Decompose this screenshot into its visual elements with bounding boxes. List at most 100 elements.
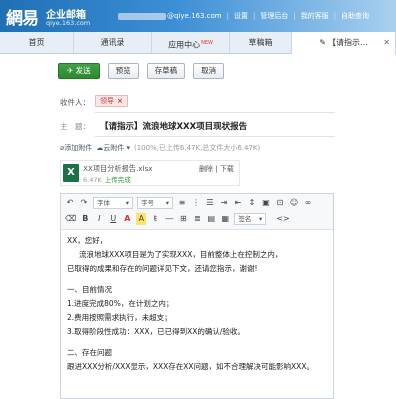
body-greeting: XX，您好， — [67, 236, 108, 245]
font-color-icon[interactable]: A — [122, 213, 132, 225]
align-icon[interactable]: ☰ — [205, 197, 215, 209]
italic-icon[interactable]: I — [94, 213, 104, 225]
cloud-attachment-label: 云附件 — [103, 144, 125, 152]
link-icon[interactable]: ∞ — [303, 197, 313, 209]
body-list-item: 3.取得阶段性成功：XXX，已已得到XX的确认/验收。 — [67, 327, 245, 336]
attachment-filename[interactable]: XX项目分析报告.xlsx — [83, 164, 153, 174]
body-paragraph: 已取得的成果和存在的问题详见下文，还请您指示，谢谢! — [67, 264, 258, 273]
tab-compose-active[interactable]: ✎ 【请指示... ✕ — [292, 32, 396, 55]
attachment-actions: 删除 | 下载 — [199, 164, 234, 174]
field-divider — [95, 136, 335, 137]
signature-select[interactable]: 签名 ▾ — [234, 213, 267, 225]
calendar-icon[interactable]: ▦ — [220, 213, 230, 225]
screenshot-icon[interactable]: ⊡ — [275, 197, 285, 209]
cancel-button[interactable]: 取消 — [193, 63, 225, 79]
subject-input[interactable]: 【请指示】流浪地球XXX项目现状报告 — [100, 120, 247, 132]
tab-drafts[interactable]: 草稿箱 — [230, 32, 292, 54]
tab-home[interactable]: 首页 — [0, 32, 74, 54]
redo-icon[interactable]: ↷ — [79, 197, 89, 209]
editor-toolbar-row-1: ↶ ↷ 字体 ▾ 字号 ▾ ≡ ⋮ ☰ ⇥ ⇤ ↕ ▣ ⊡ ☺ ∞ — [65, 196, 313, 210]
delete-attachment-link[interactable]: 删除 — [199, 165, 213, 173]
attachment-bar: ⌀添加附件 ☁云附件 ▾ (100%,已上传6.47K,总文件大小6.47K) — [60, 143, 260, 153]
subject-label: 主 题： — [60, 122, 90, 131]
signature-value: 签名 — [238, 215, 252, 223]
recipient-tag[interactable]: 领导 × — [95, 95, 128, 107]
tab-label: 【请指示... — [328, 38, 368, 47]
image-icon[interactable]: ▣ — [261, 197, 271, 209]
body-list-item: 2.费用按照需求执行，未超支； — [67, 313, 172, 322]
new-badge: NEW — [201, 40, 213, 46]
self-service-link[interactable]: 自助查询 — [341, 11, 369, 21]
clear-format-icon[interactable]: ⌫ — [65, 213, 76, 225]
outdent-icon[interactable]: ⇤ — [233, 197, 243, 209]
tab-label: 通讯录 — [100, 38, 125, 47]
font-size-select[interactable]: 字号 ▾ — [137, 197, 173, 209]
admin-link[interactable]: 管理后台 — [260, 11, 288, 21]
top-nav: @qiye.163.com | 设置 | 管理后台 | 我的客服 | 自助查询 — [118, 9, 369, 23]
close-tab-icon[interactable]: ✕ — [383, 32, 390, 54]
editor-toolbar-row-2: ⌫ B I U A A ŧ ― ⊞ ≣ ▤ ▦ 签名 ▾ <> — [65, 212, 290, 226]
tab-label: 首页 — [28, 38, 45, 47]
line-height-icon[interactable]: ↕ — [247, 197, 257, 209]
strikethrough-icon[interactable]: ŧ — [150, 213, 160, 225]
chevron-down-icon: ▾ — [125, 199, 129, 207]
upload-status: 上传完成 — [104, 176, 131, 184]
nav-separator: | — [333, 12, 337, 20]
attachment-meta: 6.47K 上传完成 — [83, 174, 131, 184]
section-heading: 一、目前情况 — [67, 285, 112, 294]
font-family-select[interactable]: 字体 ▾ — [93, 197, 133, 209]
body-list-item: 1.进度完成80%，在计划之内； — [67, 299, 174, 308]
add-attachment-label: 添加附件 — [64, 144, 93, 152]
send-label: 发送 — [75, 66, 91, 75]
template-icon[interactable]: ▤ — [206, 213, 216, 225]
indent-icon[interactable]: ⇥ — [219, 197, 229, 209]
tab-label: 草稿箱 — [248, 38, 273, 47]
save-draft-button[interactable]: 存草稿 — [146, 63, 186, 79]
section-heading: 二、存在问题 — [67, 348, 112, 357]
add-attachment-link[interactable]: ⌀添加附件 — [60, 143, 92, 153]
horizontal-line-icon[interactable]: ― — [164, 213, 174, 225]
editor-content[interactable]: XX，您好， 流浪地球XXX项目是为了实现XXX，目前整体上在控制之内， 已取得… — [67, 234, 329, 374]
product-domain: qiye.163.com — [46, 19, 91, 27]
support-link[interactable]: 我的客服 — [301, 11, 329, 21]
underline-icon[interactable]: U — [108, 213, 118, 225]
tab-app-center[interactable]: 应用中心NEW — [152, 32, 230, 54]
download-attachment-link[interactable]: 下载 — [220, 165, 234, 173]
netease-logo-mark: 網易 — [6, 9, 39, 29]
bold-icon[interactable]: B — [80, 213, 90, 225]
recipient-name: 领导 — [100, 97, 114, 105]
table-icon[interactable]: ⊞ — [178, 213, 188, 225]
to-label: 收件人： — [60, 98, 90, 107]
nav-separator: | — [252, 12, 256, 20]
ordered-list-icon[interactable]: ⋮ — [191, 197, 201, 209]
compose-toolbar: ✈ 发送 预览 存草稿 取消 — [58, 63, 225, 79]
preview-button[interactable]: 预览 — [107, 63, 139, 79]
align-justify-icon[interactable]: ≣ — [192, 213, 202, 225]
chevron-down-icon: ▾ — [165, 199, 169, 207]
nav-separator: | — [293, 12, 296, 20]
user-account[interactable]: @qiye.163.com — [118, 12, 222, 20]
tab-bar: 首页 通讯录 应用中心NEW 草稿箱 ✎ 【请指示... ✕ — [0, 32, 396, 55]
edit-icon: ✎ — [319, 38, 327, 47]
editor-toolbar: ↶ ↷ 字体 ▾ 字号 ▾ ≡ ⋮ ☰ ⇥ ⇤ ↕ ▣ ⊡ ☺ ∞ ⌫ B I U … — [61, 194, 333, 230]
settings-link[interactable]: 设置 — [234, 11, 248, 21]
user-email-domain: @qiye.163.com — [167, 12, 222, 20]
cloud-attachment-link[interactable]: ☁云附件 ▾ — [96, 143, 130, 153]
highlight-color-icon[interactable]: A — [136, 213, 147, 225]
emoji-icon[interactable]: ☺ — [289, 197, 299, 209]
remove-recipient-icon[interactable]: × — [117, 97, 123, 105]
field-divider — [95, 112, 335, 113]
send-button[interactable]: ✈ 发送 — [58, 63, 100, 79]
logo[interactable]: 網易 企业邮箱 qiye.163.com — [6, 4, 126, 30]
font-family-value: 字体 — [97, 199, 110, 207]
tab-contacts[interactable]: 通讯录 — [74, 32, 152, 54]
body-paragraph: 流浪地球XXX项目是为了实现XXX，目前整体上在控制之内， — [79, 250, 283, 259]
chevron-down-icon: ▾ — [259, 215, 263, 223]
attachment-card: X XX项目分析报告.xlsx 6.47K 上传完成 删除 | 下载 — [60, 160, 240, 186]
undo-icon[interactable]: ↶ — [65, 197, 75, 209]
format-list-icon[interactable]: ≡ — [177, 197, 187, 209]
nav-separator: | — [226, 12, 229, 20]
source-code-icon[interactable]: <> — [276, 213, 289, 225]
upload-summary: (100%,已上传6.47K,总文件大小6.47K) — [133, 144, 261, 152]
